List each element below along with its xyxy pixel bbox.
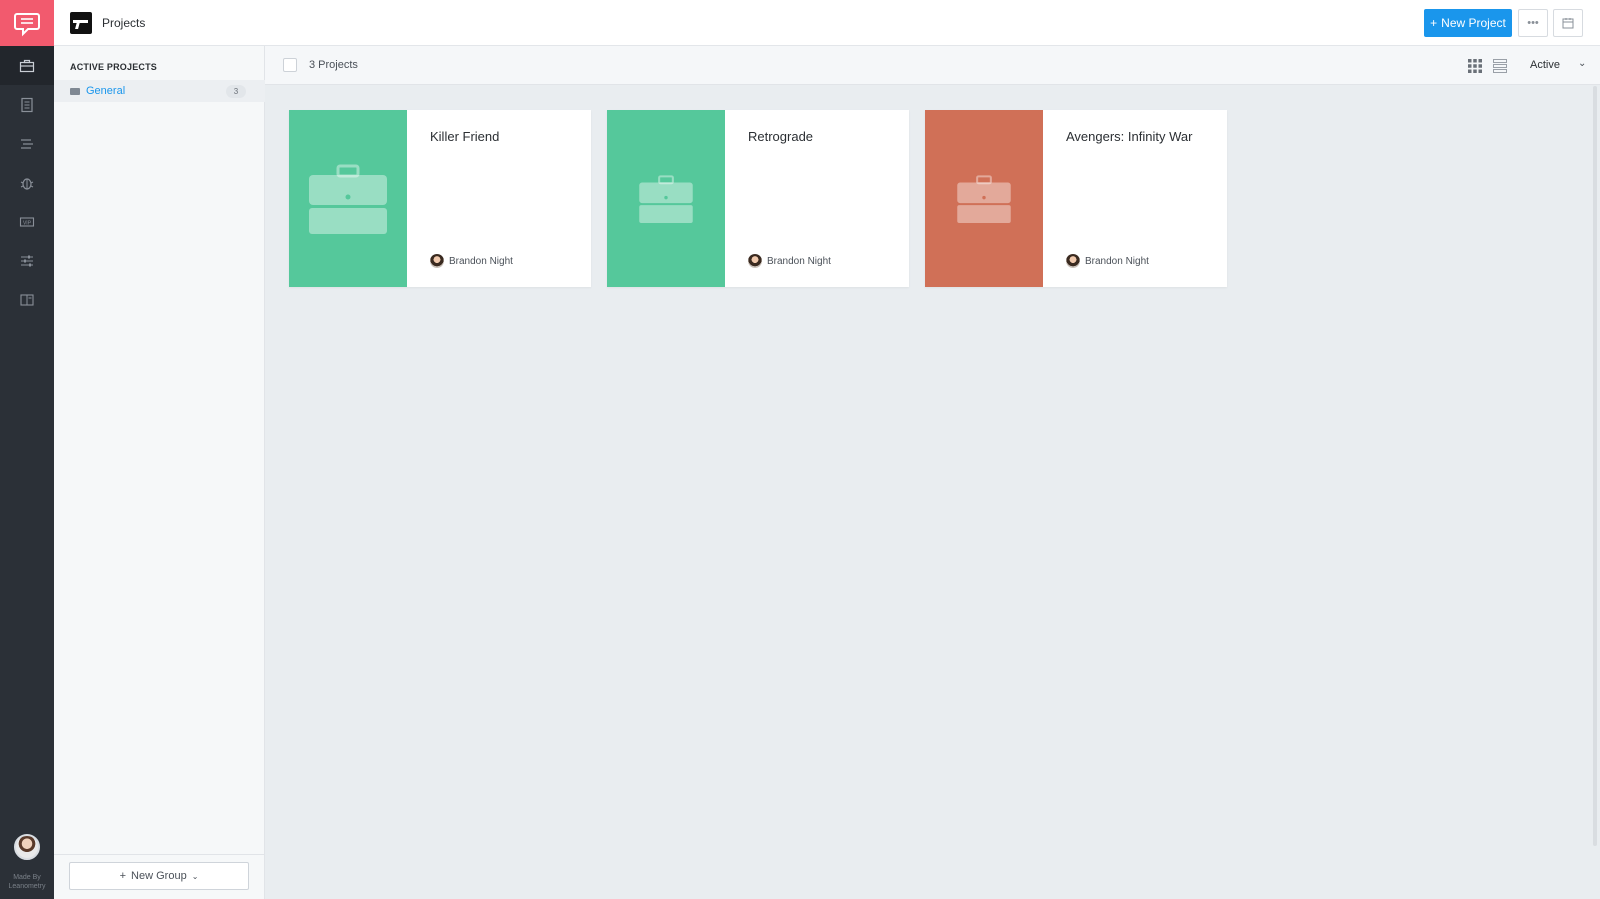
project-card[interactable]: Retrograde Brandon Night <box>607 110 909 287</box>
sidebar-divider <box>54 854 265 855</box>
scrollbar[interactable] <box>1593 86 1597 846</box>
grid-view-icon[interactable] <box>1467 58 1483 74</box>
new-project-button[interactable]: + New Project <box>1424 9 1512 37</box>
owner-avatar <box>1066 254 1080 268</box>
briefcase-icon <box>309 164 387 234</box>
project-owner: Brandon Night <box>748 254 831 268</box>
app-logo[interactable] <box>0 0 54 46</box>
page-title: Projects <box>102 16 146 30</box>
new-group-button[interactable]: + New Group ⌄ <box>69 862 249 890</box>
ellipsis-icon: ••• <box>1527 17 1539 29</box>
projects-toolbar: 3 Projects Active ⌄ <box>265 46 1600 85</box>
rail-projects[interactable] <box>0 46 54 85</box>
project-card[interactable]: Killer Friend Brandon Night <box>289 110 591 287</box>
project-title: Avengers: Infinity War <box>1066 129 1193 144</box>
svg-text:VIP: VIP <box>23 220 32 226</box>
plus-icon: + <box>1430 16 1438 30</box>
vip-icon: VIP <box>19 216 35 227</box>
project-owner: Brandon Night <box>430 254 513 268</box>
project-title: Retrograde <box>748 129 814 144</box>
rail-documents[interactable] <box>0 85 54 124</box>
export-button[interactable] <box>1553 9 1583 37</box>
bug-icon <box>20 177 34 190</box>
sidebar-item-general[interactable]: General 3 <box>54 80 265 102</box>
rail-settings[interactable] <box>0 241 54 280</box>
document-icon <box>21 97 33 112</box>
rail-vip[interactable]: VIP <box>0 202 54 241</box>
book-icon <box>20 293 34 306</box>
plus-icon: + <box>119 870 127 882</box>
calendar-export-icon <box>1562 18 1574 29</box>
briefcase-icon <box>639 174 693 223</box>
project-thumbnail <box>607 110 725 287</box>
project-owner: Brandon Night <box>1066 254 1149 268</box>
briefcase-icon <box>19 59 35 72</box>
more-options-button[interactable]: ••• <box>1518 9 1548 37</box>
sliders-icon <box>21 255 33 266</box>
chat-bubble-icon <box>14 13 40 37</box>
project-card[interactable]: Avengers: Infinity War Brandon Night <box>925 110 1227 287</box>
folder-icon <box>70 88 80 95</box>
chevron-down-icon[interactable]: ⌄ <box>1578 58 1586 69</box>
sidebar-heading: ACTIVE PROJECTS <box>70 62 158 72</box>
main-content: 3 Projects Active ⌄ Killer Friend Brando… <box>265 46 1600 899</box>
owner-avatar <box>430 254 444 268</box>
briefcase-icon <box>957 174 1011 223</box>
project-title: Killer Friend <box>430 129 500 144</box>
rail-lists[interactable] <box>0 124 54 163</box>
made-by-credit: Made By Leanometry <box>8 874 46 890</box>
user-avatar[interactable] <box>14 834 40 860</box>
list-icon <box>21 138 33 149</box>
chevron-down-icon: ⌄ <box>191 871 199 881</box>
owner-avatar <box>748 254 762 268</box>
project-thumbnail <box>289 110 407 287</box>
rail-docs[interactable] <box>0 280 54 319</box>
groups-sidebar: ACTIVE PROJECTS General 3 + New Group ⌄ <box>54 46 265 899</box>
list-view-icon[interactable] <box>1492 58 1508 74</box>
app-rail: VIP Made By Leanometry <box>0 0 54 899</box>
select-all-checkbox[interactable] <box>283 58 297 72</box>
project-logo <box>70 12 92 34</box>
rail-bugs[interactable] <box>0 163 54 202</box>
project-thumbnail <box>925 110 1043 287</box>
top-bar: Projects + New Project ••• <box>54 0 1600 46</box>
sidebar-item-count: 3 <box>226 85 246 98</box>
sidebar-item-label: General <box>86 85 126 97</box>
project-count: 3 Projects <box>309 59 358 71</box>
status-filter-select[interactable]: Active <box>1530 59 1560 71</box>
